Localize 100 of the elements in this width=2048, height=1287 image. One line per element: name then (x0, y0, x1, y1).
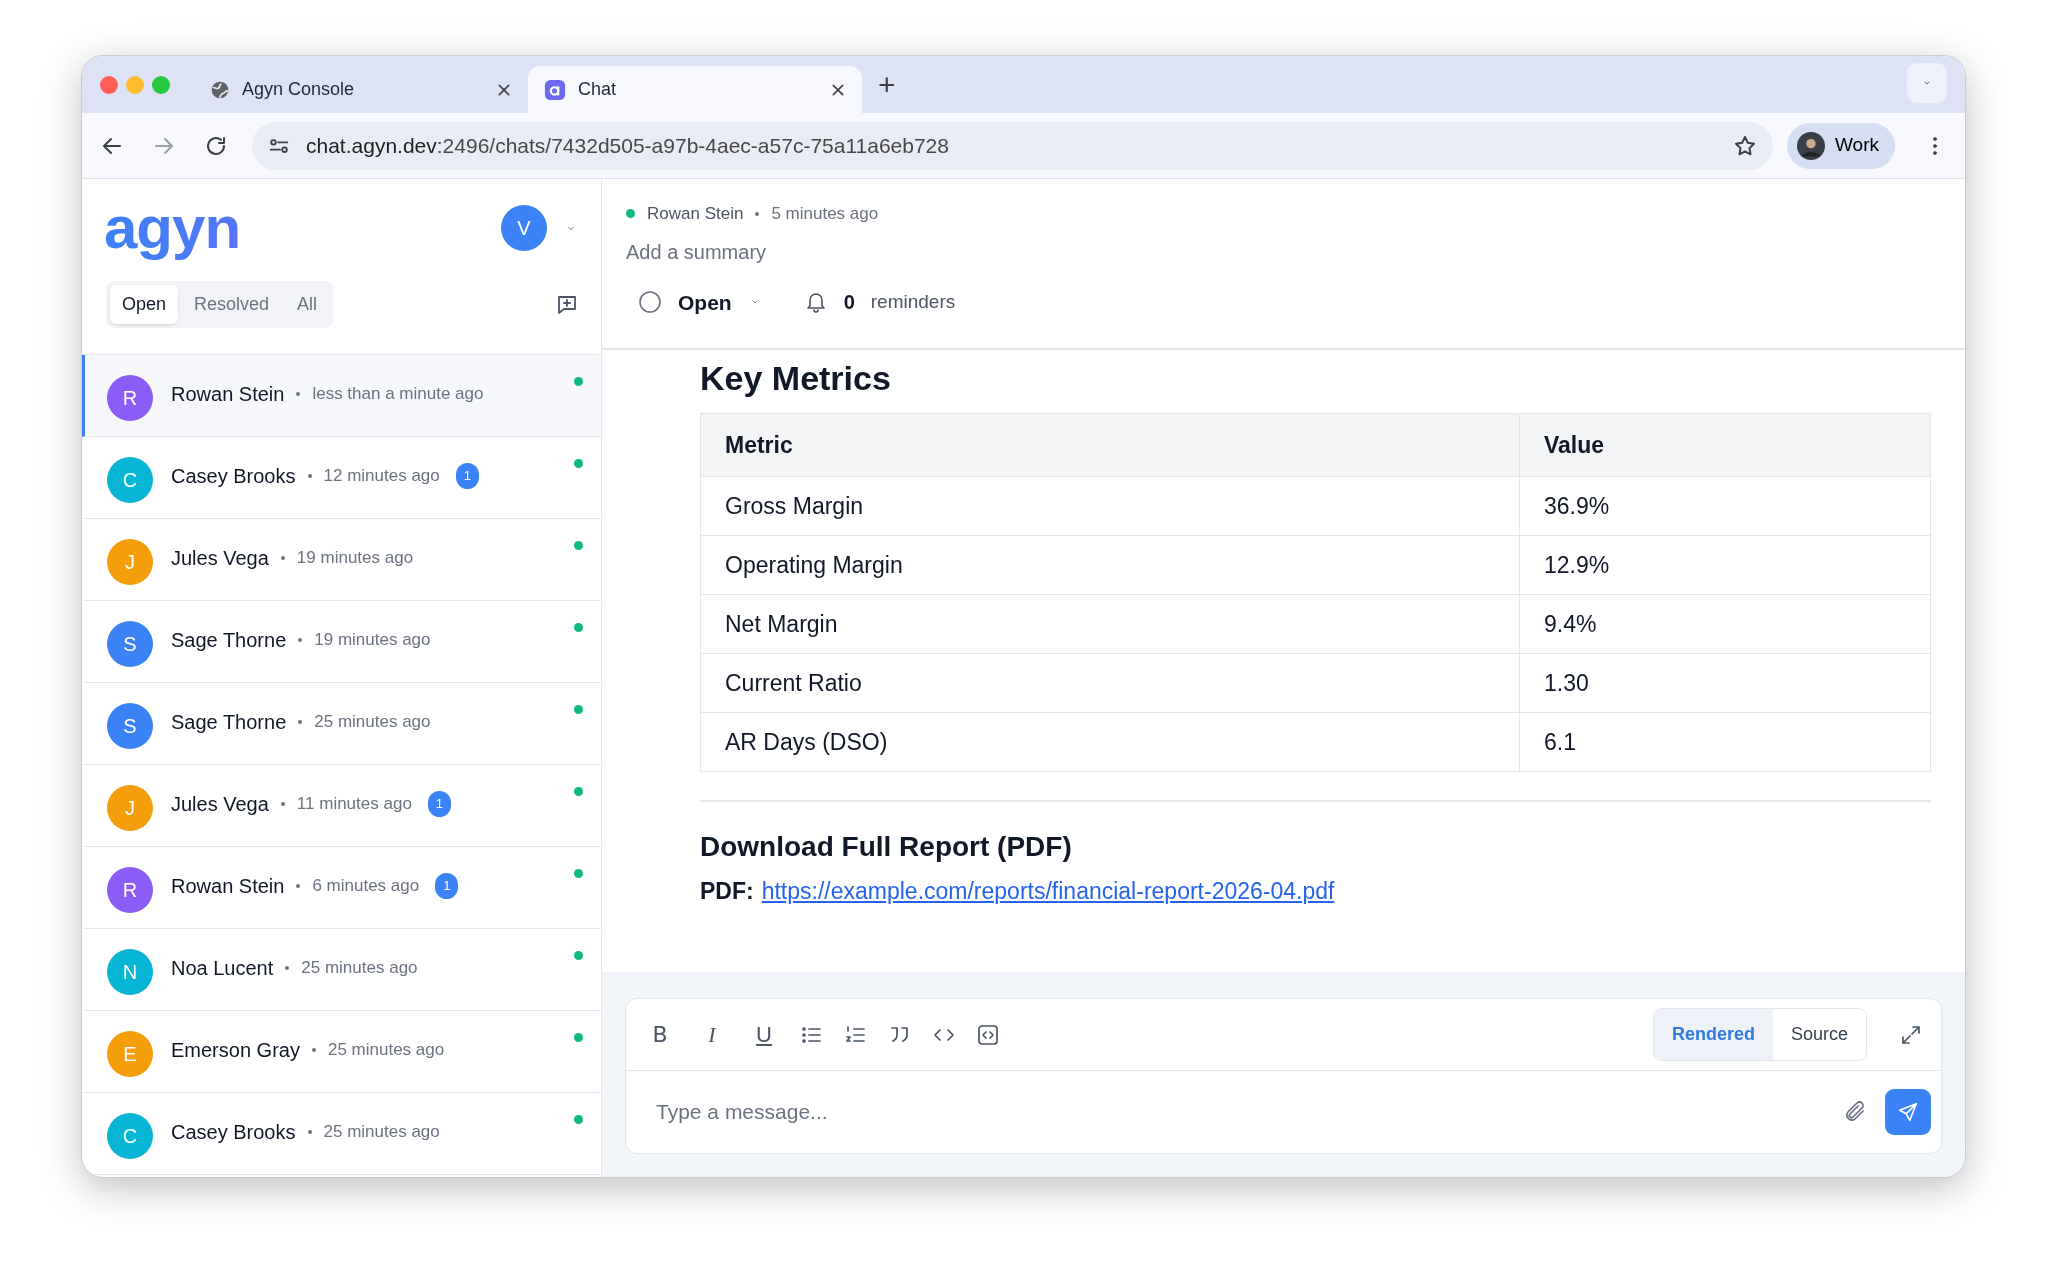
separator-dot (280, 802, 285, 806)
view-mode-tab[interactable]: Rendered (1653, 1009, 1773, 1060)
underline-button[interactable]: U (748, 1018, 780, 1051)
timestamp: 25 minutes ago (323, 1121, 440, 1144)
table-cell: 1.30 (1519, 653, 1931, 713)
filter-tab[interactable]: All (285, 285, 330, 324)
avatar: J (107, 785, 153, 831)
table-cell: Operating Margin (700, 535, 1520, 595)
separator-dot (298, 638, 303, 642)
address-bar[interactable]: chat.agyn.dev:2496/chats/7432d505-a97b-4aec-a57c-75a11a6eb728 (252, 121, 1773, 170)
timestamp: 25 minutes ago (314, 711, 431, 734)
separator-dot (755, 211, 760, 216)
avatar: E (107, 1031, 153, 1077)
author-name: Rowan Stein (647, 203, 744, 225)
table-cell: 6.1 (1519, 712, 1931, 772)
conversation-item[interactable]: R Rowan Stein less than a minute ago (82, 355, 601, 437)
tab-title: Agyn Console (242, 78, 356, 101)
conversation-item[interactable]: S Sage Thorne 25 minutes ago (82, 683, 601, 765)
reminder-count: 0 (843, 290, 855, 316)
table-cell: 36.9% (1519, 476, 1931, 536)
url-text: chat.agyn.dev:2496/chats/7432d505-a97b-4aec-a57c-75a11a6eb728 (306, 132, 950, 159)
pdf-label: PDF: (700, 876, 754, 906)
contact-name: Rowan Stein (171, 382, 285, 407)
contact-name: Emerson Gray (171, 1038, 300, 1063)
bold-button[interactable]: B (644, 1018, 676, 1051)
contact-name: Casey Brooks (171, 1120, 296, 1145)
avatar: S (107, 621, 153, 667)
message-heading: Key Metrics (700, 358, 892, 399)
column-header: Metric (700, 413, 1520, 477)
timestamp: 19 minutes ago (314, 629, 431, 652)
avatar: R (107, 867, 153, 913)
table-cell: 12.9% (1519, 535, 1931, 595)
pdf-link[interactable]: https://example.com/reports/financial-report-2026-04.pdf (761, 873, 1335, 909)
avatar: C (107, 457, 153, 503)
avatar: J (107, 539, 153, 585)
timestamp: 5 minutes ago (771, 203, 879, 225)
conversation-item[interactable]: C Casey Brooks 12 minutes ago 1 (82, 437, 601, 519)
filter-tab[interactable]: Resolved (182, 285, 282, 324)
italic-button[interactable]: I (696, 1018, 728, 1051)
tab-title: Chat (578, 78, 618, 101)
timestamp: less than a minute ago (312, 383, 484, 406)
conversation-item[interactable]: E Emerson Gray 25 minutes ago (82, 1011, 601, 1093)
timestamp: 25 minutes ago (327, 1039, 445, 1062)
send-icon (1897, 1101, 1919, 1123)
separator-dot (296, 392, 301, 396)
browser-tab[interactable]: Chat (528, 66, 862, 113)
contact-name: Jules Vega (171, 792, 269, 817)
reminders-label: reminders (870, 290, 956, 314)
separator-dot (280, 556, 285, 560)
star-icon[interactable] (1733, 133, 1757, 158)
conversation-item[interactable]: R Rowan Stein 6 minutes ago 1 (82, 847, 601, 929)
contact-name: Noa Lucent (171, 956, 274, 981)
unread-count: 1 (427, 791, 452, 817)
circle-icon (638, 290, 662, 315)
avatar: C (107, 1113, 153, 1159)
timestamp: 19 minutes ago (296, 547, 414, 570)
unread-count: 1 (435, 873, 459, 899)
separator-dot (298, 720, 303, 724)
table-cell: Current Ratio (700, 653, 1520, 713)
contact-name: Jules Vega (171, 546, 269, 571)
browser-tab[interactable]: Agyn Console (194, 66, 528, 113)
separator-dot (285, 966, 290, 970)
timestamp: 11 minutes ago (296, 793, 412, 816)
person-avatar-icon (1797, 131, 1825, 160)
paperclip-icon[interactable] (1843, 1100, 1867, 1124)
conversation-item[interactable]: J Jules Vega 19 minutes ago (82, 519, 601, 601)
conversation-item[interactable]: N Noa Lucent 25 minutes ago (82, 929, 601, 1011)
contact-name: Sage Thorne (171, 628, 287, 653)
profile-button[interactable]: Work (1787, 122, 1895, 169)
avatar: S (107, 703, 153, 749)
code-block-icon[interactable] (976, 1022, 1000, 1047)
table-cell: 9.4% (1519, 594, 1931, 654)
separator-dot (296, 884, 301, 888)
user-avatar-button[interactable]: V (501, 205, 547, 251)
avatar: R (107, 375, 153, 421)
table-cell: AR Days (DSO) (700, 712, 1520, 772)
new-tab-button[interactable]: + (878, 62, 896, 107)
separator-dot (311, 1048, 316, 1052)
timestamp: 12 minutes ago (323, 465, 440, 488)
section-heading: Download Full Report (PDF) (700, 830, 1073, 864)
separator-dot (307, 474, 312, 478)
app-logo-icon (544, 78, 566, 101)
contact-name: Casey Brooks (171, 464, 296, 489)
separator-dot (307, 1130, 312, 1134)
filter-tab[interactable]: Open (110, 285, 179, 324)
column-header: Value (1519, 413, 1931, 477)
unread-count: 1 (455, 463, 479, 489)
timestamp: 25 minutes ago (301, 957, 418, 980)
send-button[interactable] (1885, 1089, 1931, 1135)
avatar: N (107, 949, 153, 995)
globe-icon (210, 79, 230, 100)
status-dropdown[interactable]: Open (638, 286, 762, 318)
table-cell: Net Margin (700, 594, 1520, 654)
contact-name: Rowan Stein (171, 874, 285, 899)
timestamp: 6 minutes ago (312, 875, 420, 898)
conversation-item[interactable]: C Casey Brooks 25 minutes ago (82, 1093, 601, 1175)
conversation-item[interactable]: J Jules Vega 11 minutes ago 1 (82, 765, 601, 847)
table-cell: Gross Margin (700, 476, 1520, 536)
conversation-item[interactable]: S Sage Thorne 19 minutes ago (82, 601, 601, 683)
contact-name: Sage Thorne (171, 710, 287, 735)
